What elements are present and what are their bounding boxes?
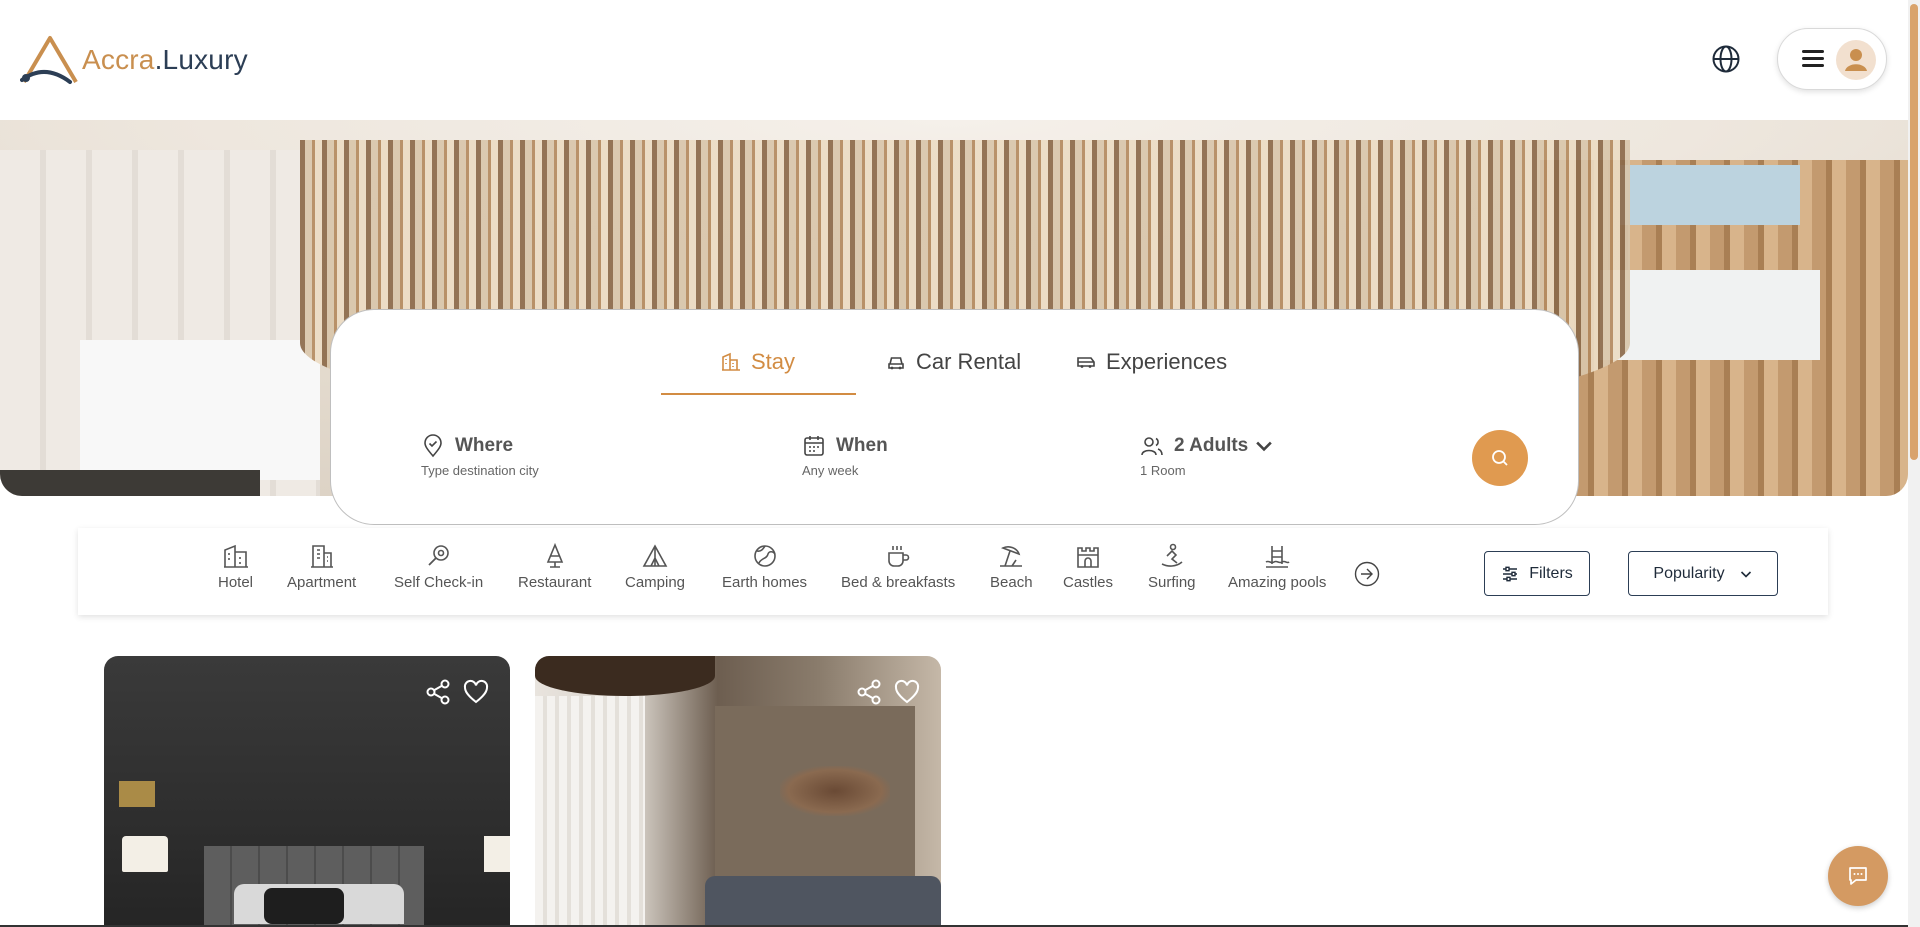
earth-icon <box>753 545 776 567</box>
restaurant-icon <box>546 542 563 568</box>
where-label: Where <box>455 435 514 456</box>
brand-logo[interactable]: Accra.Luxury <box>20 34 248 86</box>
category-label: Restaurant <box>518 574 592 591</box>
chat-button[interactable] <box>1828 846 1888 906</box>
guests-label: 2 Adults <box>1174 435 1249 456</box>
arrow-right-circle-icon[interactable] <box>1354 561 1380 587</box>
van-icon <box>1077 357 1095 368</box>
search-button[interactable] <box>1472 430 1528 486</box>
category-amazing-pools[interactable]: Amazing pools <box>1228 542 1326 591</box>
pool-icon <box>1265 546 1290 568</box>
key-search-icon <box>427 545 449 566</box>
beach-icon <box>1000 546 1023 567</box>
category-camping[interactable]: Camping <box>625 542 685 591</box>
category-label: Hotel <box>218 574 254 591</box>
sort-label: Popularity <box>1653 564 1725 582</box>
users-icon <box>1141 437 1163 456</box>
tab-stay[interactable]: Stay <box>721 342 795 382</box>
coffee-icon <box>888 546 910 567</box>
category-label: Beach <box>990 574 1033 591</box>
site-header: Accra.Luxury <box>0 0 1910 120</box>
hamburger-icon <box>1802 50 1824 68</box>
sliders-icon <box>1503 566 1518 581</box>
user-menu-button[interactable] <box>1777 28 1887 90</box>
category-apartment[interactable]: Apartment <box>287 542 356 591</box>
surfing-icon <box>1161 543 1183 567</box>
brand-name-part2: .Luxury <box>154 44 248 75</box>
hotel-icon <box>223 544 248 568</box>
tab-car-rental-label: Car Rental <box>916 349 1022 374</box>
where-placeholder: Type destination city <box>421 463 539 478</box>
card-actions <box>855 678 921 706</box>
category-earth-homes[interactable]: Earth homes <box>722 542 807 591</box>
tab-experiences-label: Experiences <box>1106 349 1228 374</box>
when-label: When <box>836 435 888 456</box>
category-self-check-in[interactable]: Self Check-in <box>394 542 483 591</box>
castle-icon <box>1077 547 1099 568</box>
guests-field[interactable]: 2 Adults 1 Room <box>1140 434 1286 478</box>
logo-mark-icon <box>20 36 78 84</box>
rooms-value: 1 Room <box>1140 463 1186 478</box>
search-panel: Stay Car Rental Experiences Where Type d… <box>330 309 1579 525</box>
category-label: Castles <box>1063 574 1114 591</box>
category-label: Self Check-in <box>394 574 484 591</box>
where-field[interactable]: Where Type destination city <box>421 434 539 478</box>
category-beach[interactable]: Beach <box>990 542 1033 591</box>
category-filter-bar: Hotel Apartment Self Check-in Restaurant… <box>78 528 1828 615</box>
chevron-down-icon <box>1256 441 1273 452</box>
scrollbar-thumb[interactable] <box>1910 4 1918 460</box>
filters-button[interactable]: Filters <box>1484 551 1590 596</box>
category-label: Earth homes <box>722 574 808 591</box>
apartment-icon <box>310 545 333 568</box>
category-surfing[interactable]: Surfing <box>1148 542 1196 591</box>
heart-icon[interactable] <box>462 678 490 706</box>
chat-icon <box>1849 867 1867 885</box>
car-icon <box>888 357 904 370</box>
brand-name: Accra.Luxury <box>82 44 248 76</box>
filters-label: Filters <box>1529 564 1573 582</box>
category-restaurant[interactable]: Restaurant <box>518 542 591 591</box>
heart-icon[interactable] <box>893 678 921 706</box>
user-avatar-icon <box>1836 40 1876 80</box>
tab-stay-label: Stay <box>751 349 796 374</box>
category-hotel[interactable]: Hotel <box>218 542 253 591</box>
category-label: Apartment <box>287 574 357 591</box>
building-icon <box>722 352 740 371</box>
tab-experiences[interactable]: Experiences <box>1076 342 1227 382</box>
active-tab-indicator <box>661 393 856 395</box>
category-label: Camping <box>625 574 686 591</box>
card-actions <box>424 678 490 706</box>
chevron-down-icon <box>1740 570 1751 578</box>
when-field[interactable]: When Any week <box>802 434 888 478</box>
search-icon <box>1492 450 1508 466</box>
category-bed-and-breakfasts[interactable]: Bed & breakfasts <box>841 542 955 591</box>
sort-dropdown[interactable]: Popularity <box>1628 551 1778 596</box>
category-label: Bed & breakfasts <box>841 574 956 591</box>
location-pin-icon <box>424 434 442 458</box>
category-label: Amazing pools <box>1228 574 1327 591</box>
listing-card[interactable] <box>104 656 510 927</box>
listing-card[interactable] <box>535 656 941 927</box>
share-icon[interactable] <box>424 678 452 706</box>
when-value: Any week <box>802 463 859 478</box>
category-castles[interactable]: Castles <box>1063 542 1113 591</box>
globe-icon[interactable] <box>1711 44 1741 74</box>
calendar-icon <box>804 436 824 456</box>
brand-name-part1: Accra <box>82 44 155 75</box>
tab-car-rental[interactable]: Car Rental <box>886 342 1021 382</box>
category-label: Surfing <box>1148 574 1196 591</box>
tent-icon <box>642 544 668 567</box>
share-icon[interactable] <box>855 678 883 706</box>
